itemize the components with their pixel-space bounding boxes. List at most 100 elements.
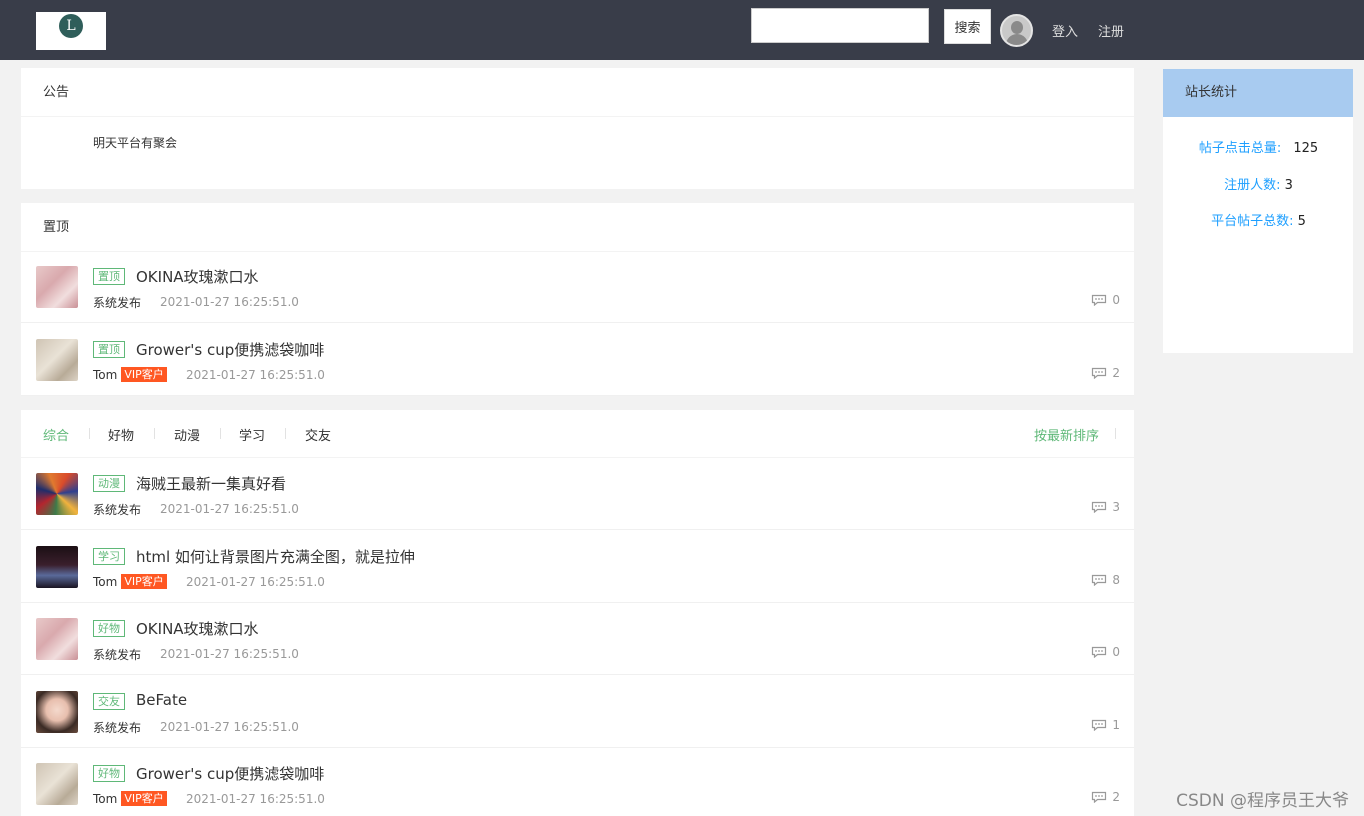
author-name[interactable]: Tom — [93, 792, 117, 806]
post-time: 2021-01-27 16:25:51.0 — [186, 792, 325, 806]
login-link[interactable]: 登入 — [1052, 21, 1078, 40]
reply-count: 0 — [1091, 293, 1120, 307]
tab-goods[interactable]: 好物 — [108, 425, 134, 444]
reply-count: 2 — [1091, 790, 1120, 804]
post-time: 2021-01-27 16:25:51.0 — [160, 295, 299, 309]
post-title-link[interactable]: html 如何让背景图片充满全图，就是拉伸 — [136, 546, 415, 567]
feed-post-row[interactable]: 好物 Grower's cup便携滤袋咖啡 Tom VIP客户 2021-01-27 1… — [21, 748, 1134, 816]
comment-icon — [1092, 791, 1107, 803]
stat-registered-users: 注册人数: 3 — [1163, 174, 1354, 193]
notice-content: 明天平台有聚会 — [93, 136, 178, 150]
post-tag: 好物 — [93, 620, 125, 637]
reply-count-value: 0 — [1112, 293, 1120, 307]
stat-total-posts: 平台帖子总数: 5 — [1163, 210, 1354, 229]
author-name[interactable]: 系统发布 — [93, 503, 141, 517]
post-time: 2021-01-27 16:25:51.0 — [160, 502, 299, 516]
pinned-title: 置顶 — [21, 203, 1134, 252]
post-title-link[interactable]: BeFate — [136, 691, 187, 709]
feed-post-row[interactable]: 学习 html 如何让背景图片充满全图，就是拉伸 Tom VIP客户 2021-01-2… — [21, 531, 1134, 603]
post-title-link[interactable]: OKINA玫瑰漱口水 — [136, 618, 259, 639]
post-title-link[interactable]: Grower's cup便携滤袋咖啡 — [136, 763, 324, 784]
author-name[interactable]: 系统发布 — [93, 296, 141, 310]
stat-value: 125 — [1293, 141, 1319, 156]
stats-title: 站长统计 — [1163, 69, 1353, 117]
sort-latest-link[interactable]: 按最新排序 — [1034, 425, 1099, 444]
post-author: Tom VIP客户 — [93, 573, 167, 589]
post-thumbnail[interactable] — [36, 690, 78, 733]
stat-value: 3 — [1284, 178, 1293, 193]
author-name[interactable]: Tom — [93, 368, 117, 382]
author-name[interactable]: 系统发布 — [93, 721, 141, 735]
post-tag: 置顶 — [93, 340, 125, 358]
post-title-link[interactable]: OKINA玫瑰漱口水 — [136, 266, 259, 287]
comment-icon — [1092, 367, 1107, 379]
stats-panel: 站长统计 帖子点击总量: 125 注册人数: 3 平台帖子总数: 5 — [1163, 69, 1353, 353]
comment-icon — [1092, 501, 1107, 513]
post-time: 2021-01-27 16:25:51.0 — [160, 719, 299, 734]
notice-panel: 公告 明天平台有聚会 — [21, 68, 1134, 189]
reply-count: 3 — [1091, 500, 1120, 514]
reply-count-value: 0 — [1112, 645, 1120, 659]
category-tabs: 综合 好物 动漫 学习 交友 按最新排序 — [21, 410, 1134, 458]
feed-panel: 综合 好物 动漫 学习 交友 按最新排序 动漫 海贼王最新一集真好看 系统发布 202… — [21, 410, 1134, 816]
feed-post-row[interactable]: 动漫 海贼王最新一集真好看系统发布 2021-01-27 16:25:51.0 3 — [21, 458, 1134, 530]
post-time: 2021-01-27 16:25:51.0 — [186, 367, 325, 382]
watermark: CSDN @程序员王大爷 — [1176, 791, 1349, 811]
tab-anime[interactable]: 动漫 — [174, 425, 200, 444]
pinned-post-row[interactable]: 置顶 Grower's cup便携滤袋咖啡 Tom VIP客户 2021-01-27 1… — [21, 324, 1134, 396]
search-input[interactable] — [751, 8, 929, 43]
tab-study[interactable]: 学习 — [239, 425, 265, 444]
reply-count: 2 — [1091, 366, 1120, 380]
post-tag: 学习 — [93, 547, 125, 565]
post-title-link[interactable]: Grower's cup便携滤袋咖啡 — [136, 339, 324, 360]
site-logo[interactable]: L — [36, 12, 106, 50]
post-thumbnail[interactable] — [36, 338, 78, 381]
post-time: 2021-01-27 16:25:51.0 — [186, 574, 325, 589]
register-link[interactable]: 注册 — [1098, 21, 1124, 40]
comment-icon — [1092, 574, 1107, 586]
post-author: 系统发布 — [93, 646, 141, 663]
reply-count-value: 2 — [1112, 365, 1120, 380]
post-title-link[interactable]: 海贼王最新一集真好看 — [136, 473, 286, 494]
reply-count: 8 — [1091, 573, 1120, 587]
post-thumbnail[interactable] — [36, 545, 78, 588]
stat-label: 平台帖子总数: — [1211, 214, 1294, 229]
author-name[interactable]: 系统发布 — [93, 648, 141, 662]
logo-mark: L — [59, 14, 83, 38]
pinned-post-row[interactable]: 置顶 OKINA玫瑰漱口水 系统发布 2021-01-27 16:25:51.0 0 — [21, 251, 1134, 323]
post-time: 2021-01-27 16:25:51.0 — [160, 647, 299, 661]
comment-icon — [1092, 719, 1107, 731]
user-avatar-icon[interactable] — [1000, 14, 1033, 47]
stat-value: 5 — [1297, 214, 1306, 229]
author-name[interactable]: Tom — [93, 575, 117, 589]
post-author: Tom VIP客户 — [93, 791, 167, 806]
tab-all[interactable]: 综合 — [43, 425, 69, 444]
post-author: 系统发布 — [93, 294, 141, 311]
post-author: 系统发布 — [93, 501, 141, 518]
stat-total-clicks: 帖子点击总量: 125 — [1163, 137, 1354, 156]
post-thumbnail[interactable] — [36, 618, 78, 660]
reply-count-value: 8 — [1112, 572, 1120, 587]
post-thumbnail[interactable] — [36, 473, 78, 515]
post-thumbnail[interactable] — [36, 266, 78, 308]
post-tag: 交友 — [93, 692, 125, 710]
search-button[interactable]: 搜索 — [944, 9, 991, 44]
feed-post-row[interactable]: 交友 BeFate 系统发布 2021-01-27 16:25:51.0 1 — [21, 676, 1134, 748]
post-thumbnail[interactable] — [36, 763, 78, 805]
post-author: Tom VIP客户 — [93, 366, 167, 382]
vip-badge: VIP客户 — [121, 366, 167, 382]
reply-count: 0 — [1091, 645, 1120, 659]
reply-count-value: 2 — [1112, 790, 1120, 804]
post-tag: 动漫 — [93, 475, 125, 492]
post-author: 系统发布 — [93, 719, 141, 736]
feed-post-row[interactable]: 好物 OKINA玫瑰漱口水系统发布 2021-01-27 16:25:51.0 0 — [21, 603, 1134, 675]
comment-icon — [1092, 294, 1107, 306]
stat-label: 注册人数: — [1224, 178, 1281, 193]
pinned-panel: 置顶 置顶 OKINA玫瑰漱口水系统发布 2021-01-27 16:25:51.0… — [21, 203, 1134, 396]
tab-friends[interactable]: 交友 — [305, 425, 331, 444]
vip-badge: VIP客户 — [121, 573, 167, 589]
post-tag: 好物 — [93, 765, 125, 782]
top-header: L 搜索 登入 注册 — [0, 0, 1364, 60]
stat-label: 帖子点击总量: — [1198, 141, 1282, 156]
reply-count: 1 — [1091, 718, 1120, 732]
